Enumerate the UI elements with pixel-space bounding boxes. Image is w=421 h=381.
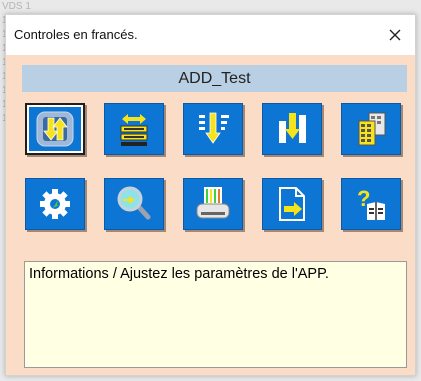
help-book-button[interactable]: ? [341,178,401,230]
filter-sort-icon [199,112,229,144]
transfer-list-icon [120,114,148,146]
printer-icon [196,187,230,219]
app-name-header: ADD_Test [22,65,407,92]
info-text: Informations / Ajustez les paramètres de… [29,266,329,282]
window-title: Controles en francés. [14,27,138,42]
title-bar: Controles en francés. [6,15,415,55]
dialog-window: Controles en francés. ADD_Test ? Informa… [5,14,416,376]
print-button[interactable] [183,178,243,230]
info-panel: Informations / Ajustez les paramètres de… [24,261,407,368]
magnifier-icon [117,186,151,220]
search-button[interactable] [104,178,164,230]
import-export-button[interactable] [25,103,85,155]
document-grid-icon [358,112,386,146]
chart-download-icon [279,113,306,143]
file-export-button[interactable] [262,178,322,230]
app-name-label: ADD_Test [178,69,251,87]
document-grid-button[interactable] [341,103,401,155]
file-export-icon [279,187,305,221]
chart-download-button[interactable] [262,103,322,155]
gear-icon [40,189,70,219]
close-button[interactable] [379,19,411,51]
transfer-list-button[interactable] [104,103,164,155]
filter-sort-button[interactable] [183,103,243,155]
help-book-icon: ? [357,186,385,220]
import-export-icon [36,111,74,147]
close-icon [389,29,401,41]
settings-button[interactable] [25,178,85,230]
